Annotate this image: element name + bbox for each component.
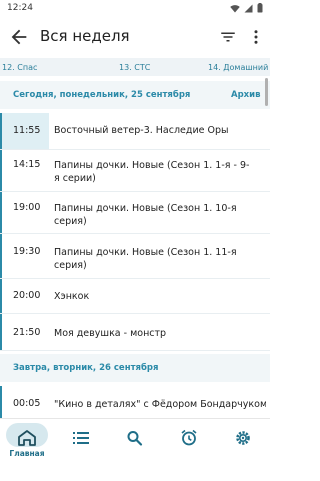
gear-icon [236,431,250,445]
search-icon [127,431,143,446]
day-header-tomorrow: Завтра, вторник, 26 сентября [0,354,270,382]
channel-tab[interactable]: 14. Домашний [208,63,268,72]
status-icons [230,3,263,13]
row-accent-bar [0,113,2,149]
nav-reminders[interactable] [162,419,216,481]
program-row[interactable]: 20:00 Хэнкок [0,279,270,314]
program-title: Папины дочки. Новые (Сезон 1. 1-я - 9-я … [54,160,250,184]
alarm-icon [181,429,197,446]
program-time: 14:15 [13,159,41,170]
channel-tab-current[interactable]: 13. СТС [119,63,150,72]
program-title: "Кино в деталях" с Фёдором Бондарчуком [54,399,266,410]
channel-strip[interactable]: 12. Спас 13. СТС 14. Домашний [0,58,270,76]
list-icon [73,432,89,444]
program-row[interactable]: 19:00 Папины дочки. Новые (Сезон 1. 10-я… [0,192,270,234]
program-row-current[interactable]: 11:55 Восточный ветер-3. Наследие Оры [0,113,270,150]
signal-icon [244,4,253,12]
row-accent-bar [0,150,2,191]
row-accent-bar [0,279,2,313]
program-time: 21:50 [13,327,41,338]
program-time: 11:55 [13,125,41,136]
more-vert-icon[interactable] [247,28,265,46]
home-icon [18,430,36,446]
day-header-label: Завтра, вторник, 26 сентября [13,363,159,373]
status-bar: 12:24 [0,0,270,16]
scrollbar[interactable] [265,78,268,106]
program-time: 19:00 [13,202,41,213]
nav-search[interactable] [108,419,162,481]
nav-home-label: Главная [9,449,45,458]
nav-settings[interactable] [216,419,270,481]
row-accent-bar [0,192,2,233]
program-row[interactable]: 19:30 Папины дочки. Новые (Сезон 1. 11-я… [0,234,270,279]
program-title: Хэнкок [54,291,90,302]
row-accent-bar [0,386,2,420]
page-title: Вся неделя [40,27,130,45]
filter-icon[interactable] [219,28,237,46]
app-bar: Вся неделя [0,16,270,58]
program-row[interactable]: 14:15 Папины дочки. Новые (Сезон 1. 1-я … [0,150,270,192]
row-accent-bar [0,234,2,278]
program-title: Папины дочки. Новые (Сезон 1. 11-я серия… [54,247,237,271]
program-row[interactable]: 21:50 Моя девушка - монстр [0,314,270,351]
program-time: 00:05 [13,398,41,409]
wifi-icon [230,4,240,12]
day-header-label: Сегодня, понедельник, 25 сентября [13,90,191,100]
program-title: Восточный ветер-3. Наследие Оры [54,125,229,136]
nav-home[interactable]: Главная [0,419,54,481]
back-arrow-icon[interactable] [8,26,30,48]
nav-list[interactable] [54,419,108,481]
row-accent-bar [0,314,2,350]
program-title: Моя девушка - монстр [54,328,167,339]
bottom-navigation: Главная [0,418,270,481]
archive-button[interactable]: Архив [231,90,260,100]
program-time: 19:30 [13,246,41,257]
program-row[interactable]: 00:05 "Кино в деталях" с Фёдором Бондарч… [0,386,270,420]
battery-icon [257,3,263,13]
status-time: 12:24 [7,3,33,13]
program-title: Папины дочки. Новые (Сезон 1. 10-я серия… [54,203,237,227]
program-time: 20:00 [13,290,41,301]
day-header-today: Сегодня, понедельник, 25 сентября Архив [0,81,270,109]
channel-tab[interactable]: 12. Спас [2,63,37,72]
